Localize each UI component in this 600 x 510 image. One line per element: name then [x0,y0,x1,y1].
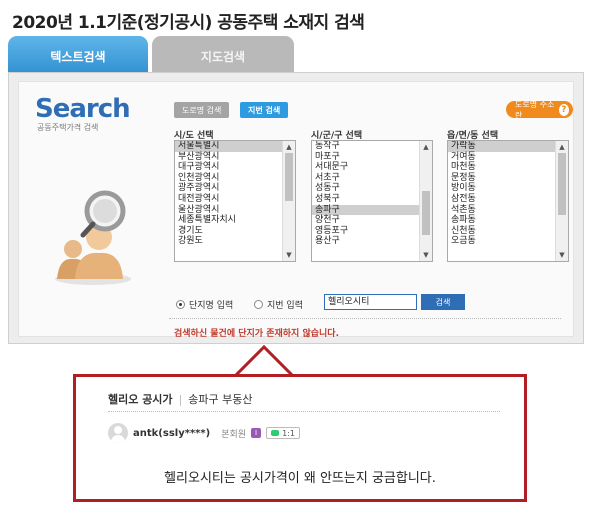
list-item[interactable]: 석촌동 [448,205,555,216]
road-address-help-label: 도로명 주소란 [515,99,555,120]
scrollbar[interactable]: ▲ ▼ [555,141,568,261]
tab-map-search[interactable]: 지도검색 [152,36,294,76]
tab-text-search[interactable]: 텍스트검색 [8,36,148,76]
road-search-button[interactable]: 도로명 검색 [174,102,230,118]
search-submit-button[interactable]: 검색 [421,294,465,310]
sido-list: 서울특별시 부산광역시 대구광역시 인천광역시 광주광역시 대전광역시 울산광역… [175,141,282,247]
list-item[interactable]: 서대문구 [312,162,419,173]
scrollbar[interactable]: ▲ ▼ [419,141,432,261]
list-item[interactable]: 동작구 [312,141,419,152]
comment-header: 헬리오 공시가 | 송파구 부동산 [108,391,253,407]
user-name[interactable]: antk(ssly****) [133,428,210,439]
page-title: 2020년 1.1기준(정기공시) 공동주택 소재지 검색 [12,13,365,33]
list-item[interactable]: 송파동 [448,215,555,226]
scrollbar[interactable]: ▲ ▼ [282,141,295,261]
list-item[interactable]: 경기도 [175,226,282,237]
radio-complex-dot[interactable] [176,300,185,309]
scrollbar-thumb[interactable] [558,153,566,216]
list-item[interactable]: 대전광역시 [175,194,282,205]
list-item[interactable]: 삼전동 [448,194,555,205]
comment-source[interactable]: 송파구 부동산 [188,391,252,407]
chat-badge[interactable]: 1:1 [266,427,300,439]
list-item[interactable]: 가락동 [448,141,555,152]
comment-user-row: antk(ssly****) 본회원 I 1:1 [108,423,300,443]
list-item[interactable]: 광주광역시 [175,183,282,194]
chat-bubble-icon [271,430,280,436]
radio-jibun-label: 지번 입력 [267,301,303,311]
comment-divider [108,411,500,412]
scrollbar-thumb[interactable] [285,153,293,201]
list-item[interactable]: 용산구 [312,236,419,247]
radio-complex-name[interactable]: 단지명 입력 [176,298,233,311]
list-item[interactable]: 오금동 [448,236,555,247]
list-item[interactable]: 영등포구 [312,226,419,237]
list-item[interactable]: 서울특별시 [175,141,282,152]
eupmyeondong-list: 가락동 거여동 마천동 문정동 방이동 삼전동 석촌동 송파동 신천동 오금동 [448,141,555,247]
scroll-down-icon[interactable]: ▼ [420,249,432,261]
road-address-help-button[interactable]: 도로명 주소란 ? [506,99,573,120]
scroll-up-icon[interactable]: ▲ [283,141,295,153]
list-item[interactable]: 울산광역시 [175,205,282,216]
list-item[interactable]: 대구광역시 [175,162,282,173]
list-item[interactable]: 성동구 [312,183,419,194]
comment-separator: | [178,392,183,406]
complex-name-input[interactable]: 헬리오시티 [324,294,417,310]
list-item[interactable]: 세종특별자치시 [175,215,282,226]
scroll-up-icon[interactable]: ▲ [420,141,432,153]
list-item[interactable]: 부산광역시 [175,152,282,163]
list-item[interactable]: 마포구 [312,152,419,163]
chat-count: 1:1 [282,428,295,438]
list-item[interactable]: 성북구 [312,194,419,205]
search-logo: Search [35,94,131,124]
user-level: 본회원 [221,429,247,440]
error-message: 검색하신 물건에 단지가 존재하지 않습니다. [174,329,339,339]
sigungu-listbox[interactable]: 동작구 마포구 서대문구 서초구 성동구 성북구 송파구 양천구 영등포구 용산… [311,140,433,262]
list-item[interactable]: 신천동 [448,226,555,237]
scroll-up-icon[interactable]: ▲ [556,141,568,153]
level-badge-icon: I [251,428,262,438]
scroll-down-icon[interactable]: ▼ [283,249,295,261]
jibun-search-button[interactable]: 지번 검색 [240,102,289,118]
comment-text: 헬리오시티는 공시가격이 왜 안뜨는지 궁금합니다. [164,471,436,486]
list-item[interactable]: 강원도 [175,236,282,247]
list-item[interactable]: 거여동 [448,152,555,163]
magnifier-illustration-icon [55,190,131,285]
list-item[interactable]: 송파구 [312,204,419,216]
search-logo-subtitle: 공동주택가격 검색 [37,123,99,132]
list-item[interactable]: 양천구 [312,215,419,226]
search-panel: Search 공동주택가격 검색 도로명 검색 지번 검색 도로명 주소란 ? … [8,72,584,344]
search-panel-inner: Search 공동주택가격 검색 도로명 검색 지번 검색 도로명 주소란 ? … [18,81,574,339]
comment-title[interactable]: 헬리오 공시가 [108,391,173,407]
list-item[interactable]: 문정동 [448,173,555,184]
sigungu-list: 동작구 마포구 서대문구 서초구 성동구 성북구 송파구 양천구 영등포구 용산… [312,141,419,247]
list-item[interactable]: 방이동 [448,183,555,194]
scrollbar-thumb[interactable] [422,191,430,235]
callout-pointer-icon [232,344,296,377]
list-item[interactable]: 마천동 [448,162,555,173]
eupmyeondong-listbox[interactable]: 가락동 거여동 마천동 문정동 방이동 삼전동 석촌동 송파동 신천동 오금동 … [447,140,569,262]
list-item[interactable]: 인천광역시 [175,173,282,184]
avatar [108,423,128,443]
help-icon: ? [558,103,569,116]
radio-jibun-dot[interactable] [254,300,263,309]
comment-callout: 헬리오 공시가 | 송파구 부동산 antk(ssly****) 본회원 I 1… [73,374,527,502]
sido-listbox[interactable]: 서울특별시 부산광역시 대구광역시 인천광역시 광주광역시 대전광역시 울산광역… [174,140,296,262]
scroll-down-icon[interactable]: ▼ [556,249,568,261]
radio-complex-label: 단지명 입력 [189,301,234,311]
radio-jibun[interactable]: 지번 입력 [254,298,303,311]
list-item[interactable]: 서초구 [312,173,419,184]
divider [169,318,561,319]
